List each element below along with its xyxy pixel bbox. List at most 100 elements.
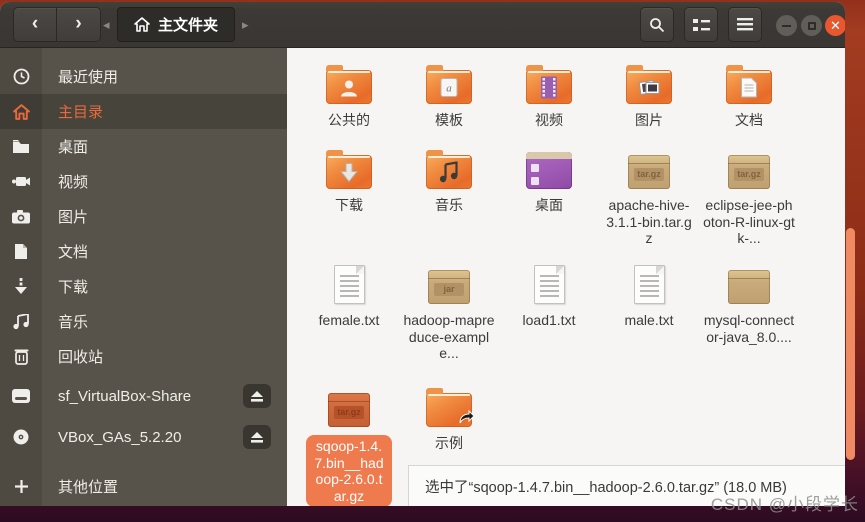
- sidebar-item-music[interactable]: 音乐: [0, 304, 287, 339]
- file-name: eclipse-jee-photon-R-linux-gtk-...: [703, 197, 795, 247]
- folder-documents-icon: [726, 65, 772, 104]
- filmstrip-emblem-icon: [541, 76, 557, 103]
- archive-badge: tar.gz: [334, 406, 364, 419]
- file-item[interactable]: jar hadoop-mapreduce-example...: [401, 258, 497, 362]
- video-camera-icon: [0, 175, 42, 188]
- minimize-button[interactable]: [776, 15, 797, 36]
- file-name-selected: sqoop-1.4.7.bin__hadoop-2.6.0.tar.gz: [306, 435, 392, 506]
- folder-public-icon: [326, 65, 372, 104]
- close-icon: ✕: [830, 18, 841, 33]
- file-item[interactable]: 文档: [701, 58, 797, 129]
- folder-templates-icon: a: [426, 65, 472, 104]
- file-name: 公共的: [328, 112, 370, 128]
- file-item[interactable]: tar.gz apache-hive-3.1.1-bin.tar.gz: [601, 143, 697, 247]
- file-name: 音乐: [435, 197, 463, 213]
- file-name: 桌面: [535, 197, 563, 213]
- file-name: 示例: [435, 435, 463, 451]
- search-button[interactable]: [640, 7, 674, 42]
- file-item[interactable]: load1.txt: [501, 258, 597, 362]
- eject-button[interactable]: [243, 384, 271, 408]
- sidebar-item-other-locations[interactable]: 其他位置: [0, 469, 287, 504]
- eject-button[interactable]: [243, 425, 271, 449]
- clock-icon: [0, 68, 42, 85]
- file-manager-window: ‹ › ◂ 主文件夹 ▸ ✕ 最近使用 主目录 桌面 视频 图片 文档 下载 音…: [0, 2, 845, 506]
- path-prev-icon[interactable]: ◂: [103, 17, 110, 33]
- sidebar-label: 音乐: [58, 314, 89, 331]
- sidebar-item-pictures[interactable]: 图片: [0, 199, 287, 234]
- sidebar-label: 下载: [58, 279, 89, 296]
- file-item[interactable]: tar.gz eclipse-jee-photon-R-linux-gtk-..…: [701, 143, 797, 247]
- download-arrow-icon: [0, 278, 42, 295]
- back-button[interactable]: ‹: [13, 7, 57, 42]
- list-view-icon: [692, 18, 710, 31]
- file-item[interactable]: 公共的: [301, 58, 397, 129]
- file-name: hadoop-mapreduce-example...: [403, 312, 495, 362]
- minimize-icon: [782, 24, 791, 27]
- sidebar-label: sf_VirtualBox-Share: [58, 387, 192, 405]
- path-button-home[interactable]: 主文件夹: [117, 7, 236, 42]
- sidebar-item-recent[interactable]: 最近使用: [0, 59, 287, 94]
- close-button[interactable]: ✕: [825, 15, 845, 36]
- chevron-right-icon: ›: [75, 13, 82, 34]
- sidebar-item-trash[interactable]: 回收站: [0, 339, 287, 374]
- file-name: 下载: [335, 197, 363, 213]
- text-file-icon: [533, 265, 565, 304]
- path-next-icon[interactable]: ▸: [242, 17, 249, 33]
- sidebar-item-desktop[interactable]: 桌面: [0, 129, 287, 164]
- file-item-selected[interactable]: tar.gz sqoop-1.4.7.bin__hadoop-2.6.0.tar…: [301, 381, 397, 506]
- sidebar-item-videos[interactable]: 视频: [0, 164, 287, 199]
- down-arrow-emblem-icon: [339, 162, 359, 187]
- maximize-icon: [807, 21, 816, 30]
- sidebar-label: 文档: [58, 244, 89, 261]
- home-icon: [134, 17, 150, 32]
- sidebar-label: 最近使用: [58, 69, 119, 86]
- search-icon: [650, 17, 665, 32]
- home-icon: [0, 103, 42, 120]
- person-emblem-icon: [339, 77, 359, 102]
- plus-icon: [0, 480, 42, 493]
- file-item[interactable]: 视频: [501, 58, 597, 129]
- file-item[interactable]: 桌面: [501, 143, 597, 247]
- sidebar-item-home[interactable]: 主目录: [0, 94, 287, 129]
- folder-pictures-icon: [626, 65, 672, 104]
- file-name: 视频: [535, 112, 563, 128]
- targz-archive-icon: tar.gz: [728, 155, 770, 189]
- file-item[interactable]: 音乐: [401, 143, 497, 247]
- sidebar-item-downloads[interactable]: 下载: [0, 269, 287, 304]
- file-item[interactable]: 下载: [301, 143, 397, 247]
- symlink-arrow-emblem-icon: [458, 409, 475, 429]
- file-item[interactable]: male.txt: [601, 258, 697, 362]
- sidebar-item-documents[interactable]: 文档: [0, 234, 287, 269]
- maximize-button[interactable]: [801, 15, 822, 36]
- sidebar-item-virtualbox-share[interactable]: sf_VirtualBox-Share: [0, 377, 287, 415]
- files-panel: 公共的 a 模板 视频 图片 文档 下载 音乐 桌面 tar.gz apache…: [287, 48, 845, 506]
- forward-button[interactable]: ›: [57, 7, 101, 42]
- chevron-left-icon: ‹: [31, 13, 39, 34]
- folder-music-icon: [426, 150, 472, 189]
- file-item[interactable]: female.txt: [301, 258, 397, 362]
- file-name: mysql-connector-java_8.0....: [703, 312, 795, 345]
- jar-archive-icon: jar: [428, 270, 470, 304]
- sidebar-label: 回收站: [58, 349, 104, 366]
- watermark: CSDN @小段学长: [710, 495, 859, 514]
- hamburger-icon: [737, 18, 753, 31]
- photos-emblem-icon: [638, 77, 660, 102]
- menu-button[interactable]: [728, 7, 762, 42]
- sidebar-label: 视频: [58, 174, 89, 191]
- music-note-emblem-icon: [439, 160, 459, 188]
- targz-archive-selected-icon: tar.gz: [328, 393, 370, 427]
- path-label: 主文件夹: [158, 17, 219, 34]
- sidebar-item-vbox-gas[interactable]: VBox_GAs_5.2.20: [0, 418, 287, 456]
- file-item[interactable]: mysql-connector-java_8.0....: [701, 258, 797, 362]
- folder-icon: [0, 139, 42, 154]
- file-name: male.txt: [624, 312, 674, 328]
- disc-icon: [0, 429, 42, 445]
- file-item[interactable]: a 模板: [401, 58, 497, 129]
- archive-badge: tar.gz: [734, 168, 764, 181]
- file-item[interactable]: 图片: [601, 58, 697, 129]
- music-note-icon: [0, 313, 42, 330]
- text-file-icon: [333, 265, 365, 304]
- archive-badge: jar: [434, 283, 464, 296]
- view-toggle-button[interactable]: [684, 7, 718, 42]
- scrollbar-thumb[interactable]: [846, 228, 855, 460]
